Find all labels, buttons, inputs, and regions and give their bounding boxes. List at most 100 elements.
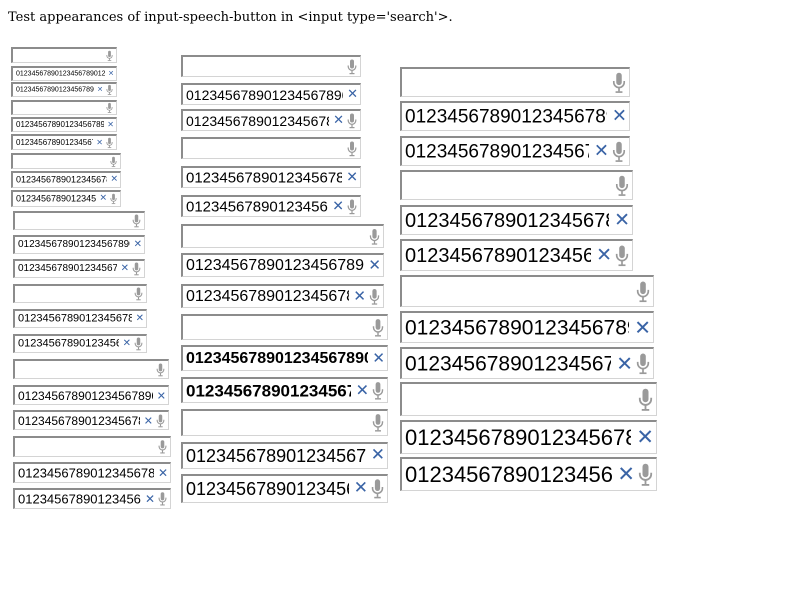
- speech-button[interactable]: [636, 352, 650, 375]
- close-icon[interactable]: ✕: [636, 426, 654, 448]
- search-input[interactable]: 0123456789012345678901234567890✕: [181, 377, 388, 403]
- speech-button[interactable]: [158, 492, 167, 507]
- search-input[interactable]: [13, 211, 145, 230]
- close-icon[interactable]: ✕: [371, 447, 385, 464]
- search-input[interactable]: 0123456789012345678901234567890✕: [11, 66, 117, 81]
- close-icon[interactable]: ✕: [614, 210, 630, 230]
- speech-button[interactable]: [372, 381, 384, 400]
- speech-button[interactable]: [158, 440, 167, 455]
- search-input[interactable]: [13, 436, 171, 457]
- speech-button[interactable]: [369, 288, 380, 305]
- search-input[interactable]: [181, 55, 361, 77]
- search-input[interactable]: [181, 224, 384, 248]
- search-input[interactable]: 0123456789012345678901234567890✕: [181, 474, 388, 503]
- search-input[interactable]: [181, 314, 388, 340]
- speech-button[interactable]: [106, 137, 113, 149]
- close-icon[interactable]: ✕: [121, 263, 129, 274]
- speech-button[interactable]: [156, 413, 165, 428]
- close-icon[interactable]: ✕: [134, 239, 142, 250]
- close-icon[interactable]: ✕: [617, 463, 635, 485]
- search-input[interactable]: [400, 275, 654, 307]
- search-input[interactable]: 0123456789012345678901234567890✕: [13, 334, 147, 353]
- search-input[interactable]: 0123456789012345678901234567890✕: [400, 311, 654, 343]
- close-icon[interactable]: ✕: [356, 382, 369, 398]
- search-input[interactable]: 0123456789012345678901234567890✕: [11, 134, 117, 150]
- speech-button[interactable]: [106, 50, 113, 62]
- search-input[interactable]: 0123456789012345678901234567890✕: [400, 457, 657, 491]
- speech-button[interactable]: [106, 102, 113, 114]
- speech-button[interactable]: [347, 141, 357, 157]
- speech-button[interactable]: [372, 414, 384, 433]
- close-icon[interactable]: ✕: [333, 114, 344, 127]
- search-input[interactable]: 0123456789012345678901234567890✕: [181, 345, 388, 371]
- speech-button[interactable]: [369, 228, 380, 245]
- speech-button[interactable]: [110, 193, 117, 205]
- speech-button[interactable]: [371, 479, 384, 500]
- search-input[interactable]: 0123456789012345678901234567890✕: [400, 136, 630, 166]
- search-input[interactable]: 0123456789012345678901234567890✕: [181, 166, 361, 188]
- close-icon[interactable]: ✕: [99, 194, 107, 203]
- search-input[interactable]: 0123456789012345678901234567890✕: [400, 205, 633, 235]
- search-input[interactable]: [11, 47, 117, 63]
- close-icon[interactable]: ✕: [96, 138, 103, 146]
- search-input[interactable]: [181, 137, 361, 159]
- search-input[interactable]: 0123456789012345678901234567890✕: [400, 347, 654, 379]
- speech-button[interactable]: [347, 113, 357, 129]
- close-icon[interactable]: ✕: [107, 120, 114, 129]
- search-input[interactable]: 0123456789012345678901234567890✕: [181, 442, 388, 469]
- search-input[interactable]: 0123456789012345678901234567890✕: [181, 109, 361, 131]
- search-input[interactable]: [400, 67, 630, 97]
- close-icon[interactable]: ✕: [353, 288, 366, 304]
- close-icon[interactable]: ✕: [368, 257, 381, 273]
- speech-button[interactable]: [615, 244, 629, 267]
- search-input[interactable]: 0123456789012345678901234567890✕: [13, 235, 145, 254]
- close-icon[interactable]: ✕: [332, 199, 344, 213]
- close-icon[interactable]: ✕: [110, 175, 118, 184]
- close-icon[interactable]: ✕: [347, 88, 358, 101]
- speech-button[interactable]: [110, 156, 117, 168]
- speech-button[interactable]: [636, 280, 650, 303]
- speech-button[interactable]: [106, 84, 113, 96]
- close-icon[interactable]: ✕: [594, 142, 609, 160]
- close-icon[interactable]: ✕: [158, 467, 168, 479]
- search-input[interactable]: 0123456789012345678901234567890✕: [181, 284, 384, 308]
- search-input[interactable]: 0123456789012345678901234567890✕: [181, 253, 384, 277]
- search-input[interactable]: [400, 170, 633, 200]
- close-icon[interactable]: ✕: [136, 313, 144, 324]
- search-input[interactable]: 0123456789012345678901234567890✕: [400, 101, 630, 131]
- search-input[interactable]: 0123456789012345678901234567890✕: [13, 309, 147, 328]
- speech-button[interactable]: [615, 175, 629, 197]
- search-input[interactable]: 0123456789012345678901234567890✕: [11, 171, 121, 188]
- search-input[interactable]: 0123456789012345678901234567890✕: [13, 410, 169, 430]
- close-icon[interactable]: ✕: [145, 493, 155, 505]
- search-input[interactable]: 0123456789012345678901234567890✕: [13, 462, 171, 483]
- speech-button[interactable]: [156, 362, 165, 377]
- search-input[interactable]: 0123456789012345678901234567890✕: [181, 195, 361, 217]
- search-input[interactable]: 0123456789012345678901234567890✕: [400, 420, 657, 454]
- close-icon[interactable]: ✕: [144, 415, 153, 426]
- close-icon[interactable]: ✕: [346, 170, 358, 184]
- speech-button[interactable]: [638, 463, 653, 487]
- speech-button[interactable]: [347, 59, 357, 75]
- speech-button[interactable]: [638, 388, 653, 412]
- speech-button[interactable]: [134, 287, 143, 301]
- search-input[interactable]: 0123456789012345678901234567890✕: [13, 259, 145, 278]
- search-input[interactable]: [13, 284, 147, 303]
- search-input[interactable]: [11, 153, 121, 169]
- close-icon[interactable]: ✕: [157, 390, 166, 401]
- search-input[interactable]: 0123456789012345678901234567890✕: [13, 488, 171, 509]
- close-icon[interactable]: ✕: [108, 70, 114, 77]
- search-input[interactable]: 0123456789012345678901234567890✕: [400, 239, 633, 271]
- search-input[interactable]: 0123456789012345678901234567890✕: [181, 83, 361, 105]
- speech-button[interactable]: [132, 262, 141, 276]
- close-icon[interactable]: ✕: [123, 338, 131, 349]
- close-icon[interactable]: ✕: [634, 317, 651, 337]
- close-icon[interactable]: ✕: [372, 350, 385, 366]
- close-icon[interactable]: ✕: [97, 86, 103, 93]
- search-input[interactable]: [400, 382, 657, 416]
- search-input[interactable]: 0123456789012345678901234567890✕: [13, 385, 169, 405]
- speech-button[interactable]: [612, 141, 626, 163]
- search-input[interactable]: 0123456789012345678901234567890✕: [11, 190, 121, 207]
- speech-button[interactable]: [612, 72, 626, 94]
- speech-button[interactable]: [347, 199, 357, 215]
